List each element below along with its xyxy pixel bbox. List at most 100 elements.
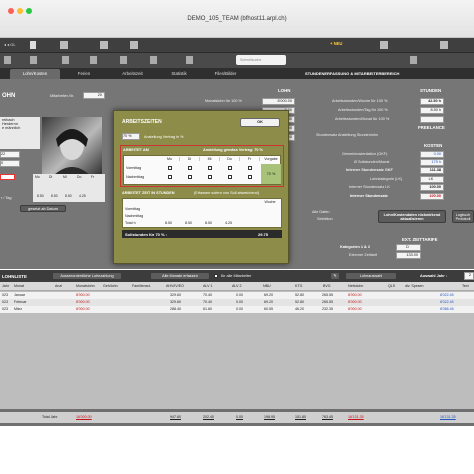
soll-month-label: Ø Sollstunden/Monat bbox=[354, 160, 390, 164]
checkbox-fr-pm[interactable] bbox=[248, 175, 252, 179]
soll-bar: Sollstunden für 70 % : 29.75 bbox=[122, 230, 282, 238]
tab-files[interactable]: Files/Bilder bbox=[203, 69, 248, 79]
toolbar-secondary: Schnellsuche bbox=[0, 53, 474, 68]
new-button[interactable]: + NEU bbox=[330, 41, 342, 46]
rate-lk-field[interactable]: 100.00 bbox=[420, 184, 444, 191]
lk-label: Lohnkategorie (LK) bbox=[370, 177, 403, 181]
folder-icon[interactable] bbox=[30, 56, 37, 64]
print-icon[interactable] bbox=[60, 41, 68, 49]
hours-week-field[interactable]: 42.50 h bbox=[420, 98, 444, 105]
rate-lk-label: Interner Stundensatz LK bbox=[349, 185, 390, 189]
window-title: DEMO_105_TEAM (bfhost11.arpl.ch) bbox=[187, 16, 287, 22]
edit-icon[interactable] bbox=[100, 41, 108, 49]
tab-bar: Lohn/Kosten Ferien Arbeitszeit Statistik… bbox=[0, 68, 474, 79]
checkbox-fr-am[interactable] bbox=[248, 166, 252, 170]
am-grid: Mo Di Mi Do Fr Vorgabe Vormittag Nachmit… bbox=[123, 155, 281, 185]
lk-field[interactable]: LK bbox=[420, 176, 444, 183]
wage-list-header: Jahr Monat Anzl Monatslohn Geh/lohn Fami… bbox=[0, 282, 474, 291]
chart-icon[interactable] bbox=[150, 56, 157, 64]
users-icon[interactable] bbox=[120, 56, 127, 64]
employee-photo bbox=[42, 117, 102, 177]
clock-icon[interactable] bbox=[90, 56, 97, 64]
back-icon[interactable]: ◂ ◂ GL bbox=[4, 42, 16, 47]
wage-list-toolbar: LOHNLISTE Ausserordentliche Lohnzahlung … bbox=[0, 270, 474, 282]
checkbox-mo-am[interactable] bbox=[168, 166, 172, 170]
all-employees-label: für alle Mitarbeiter bbox=[221, 274, 252, 278]
checkbox-di-pm[interactable] bbox=[188, 175, 192, 179]
checkbox-do-am[interactable] bbox=[228, 166, 232, 170]
hours-header: ARBEITET ZEIT IN STUNDEN bbox=[122, 191, 175, 195]
minimize-window-icon[interactable] bbox=[17, 8, 23, 14]
tab-arbeitszeit[interactable]: Arbeitszeit bbox=[110, 69, 155, 79]
percent-contract-label: Anstellung Vertrag in % bbox=[144, 135, 184, 139]
wage-list-footer: Total Jahr 16'000.00 947.60 202.40 0.00 … bbox=[0, 409, 474, 426]
capture-all-months-button[interactable]: Alle Monate erfassen bbox=[150, 272, 210, 280]
portrait-icon bbox=[52, 129, 92, 177]
year-select[interactable]: 2 bbox=[464, 272, 474, 280]
all-data-label: Alle Daten bbox=[312, 210, 330, 214]
mini-schedule: Mo Di Mi Do Fr 8.50 8.50 8.50 4.25 bbox=[33, 174, 105, 202]
wage-select-button[interactable]: Lohnauswahl bbox=[345, 272, 397, 280]
checkbox-do-pm[interactable] bbox=[228, 175, 232, 179]
hours-day-label: Arbeitsstunden/Tag für 100 % bbox=[338, 108, 388, 112]
percent-field[interactable] bbox=[0, 174, 15, 180]
home-icon[interactable] bbox=[4, 56, 11, 64]
extra-payment-button[interactable]: Ausserordentliche Lohnzahlung bbox=[52, 272, 122, 280]
stunden-header: STUNDEN bbox=[420, 88, 442, 93]
all-employees-checkbox[interactable] bbox=[214, 274, 218, 278]
monthly-wage-label: Monatslohn für 100 % bbox=[205, 99, 242, 103]
hours-month-field[interactable] bbox=[420, 116, 444, 123]
totals-row: Total Jahr 16'000.00 947.60 202.40 0.00 … bbox=[0, 412, 474, 423]
search-input[interactable]: Schnellsuche bbox=[236, 55, 286, 65]
year-select-label: Auswahl Jahr : bbox=[420, 274, 448, 278]
table-row[interactable]: 023 März 8'000.00 288.40 61.60 0.00 60.5… bbox=[0, 306, 474, 313]
set-from-date-button[interactable]: gesetzt ab Datum bbox=[20, 205, 66, 212]
settings-icon[interactable] bbox=[440, 41, 448, 49]
close-window-icon[interactable] bbox=[8, 8, 14, 14]
rate-field[interactable]: 100.00 bbox=[420, 193, 444, 200]
document-icon[interactable] bbox=[30, 41, 36, 49]
ext-rate-field[interactable]: 133.00 bbox=[396, 252, 421, 259]
save-icon[interactable] bbox=[130, 41, 138, 49]
tab-statistik[interactable]: Statistik bbox=[160, 69, 198, 79]
checkbox-mi-pm[interactable] bbox=[208, 175, 212, 179]
help-icon[interactable] bbox=[410, 56, 417, 64]
tab-lohn-kosten[interactable]: Lohn/Kosten bbox=[10, 69, 60, 79]
employee-name-box: reibach Herdernn e männlich bbox=[0, 117, 40, 149]
list-icon[interactable] bbox=[380, 41, 388, 49]
checkbox-mi-am[interactable] bbox=[208, 166, 212, 170]
mail-icon[interactable] bbox=[186, 56, 193, 64]
dialog-title: ARBEITSZEITEN bbox=[122, 119, 162, 125]
rate-gkf-field[interactable]: 111.38 bbox=[420, 167, 444, 174]
logbook-button[interactable]: Logbuch Protokoll bbox=[452, 210, 474, 223]
category-label: Kategorien 1 & 2 bbox=[340, 245, 370, 249]
ok-button[interactable]: OK bbox=[240, 118, 280, 127]
table-row[interactable]: 023 Januar 8'000.00 329.60 70.40 0.00 69… bbox=[0, 292, 474, 299]
update-wage-data-button[interactable]: Lohn/Kostendaten rückwirkend aktualisier… bbox=[378, 210, 446, 223]
wage-list-rows: 023 Januar 8'000.00 329.60 70.40 0.00 69… bbox=[0, 291, 474, 409]
section-right-title: STUNDENERFASSUNG & MITARBEITERBEREICH bbox=[305, 71, 400, 76]
selected-label: Selektion bbox=[317, 217, 333, 221]
left-heading: OHN bbox=[2, 93, 16, 99]
zoom-window-icon[interactable] bbox=[26, 8, 32, 14]
monthly-wage-field[interactable]: 8'000.00 bbox=[262, 98, 295, 105]
percent-contract-field[interactable]: 70 % bbox=[122, 133, 140, 140]
tab-ferien[interactable]: Ferien bbox=[64, 69, 104, 79]
edit-pencil-icon[interactable]: ✎ bbox=[330, 272, 340, 280]
date-field[interactable]: 0 bbox=[0, 160, 20, 167]
kosten-header: KOSTEN bbox=[424, 143, 443, 148]
gkf-label: Gemeinkostenfaktor (GKF) bbox=[342, 152, 388, 156]
category-field[interactable]: D bbox=[396, 244, 421, 251]
hours-grid: Woche Vormittag Nachmittag Total h 8.50 … bbox=[122, 198, 282, 228]
hours-day-field[interactable]: 8.50 h bbox=[420, 107, 444, 114]
year-field[interactable]: 22 bbox=[0, 151, 20, 158]
table-row[interactable]: 023 Februar 8'000.00 329.60 70.40 0.00 6… bbox=[0, 299, 474, 306]
gkf-field[interactable]: 0.00 bbox=[420, 151, 444, 158]
list-title: LOHNLISTE bbox=[2, 274, 27, 279]
employee-no-field[interactable]: 20 bbox=[83, 92, 105, 99]
calendar-icon[interactable] bbox=[62, 56, 69, 64]
soll-month-field[interactable]: 179 h bbox=[420, 159, 444, 166]
checkbox-mo-pm[interactable] bbox=[168, 175, 172, 179]
checkbox-di-am[interactable] bbox=[188, 166, 192, 170]
per-day-label: r / Tag bbox=[1, 196, 12, 200]
